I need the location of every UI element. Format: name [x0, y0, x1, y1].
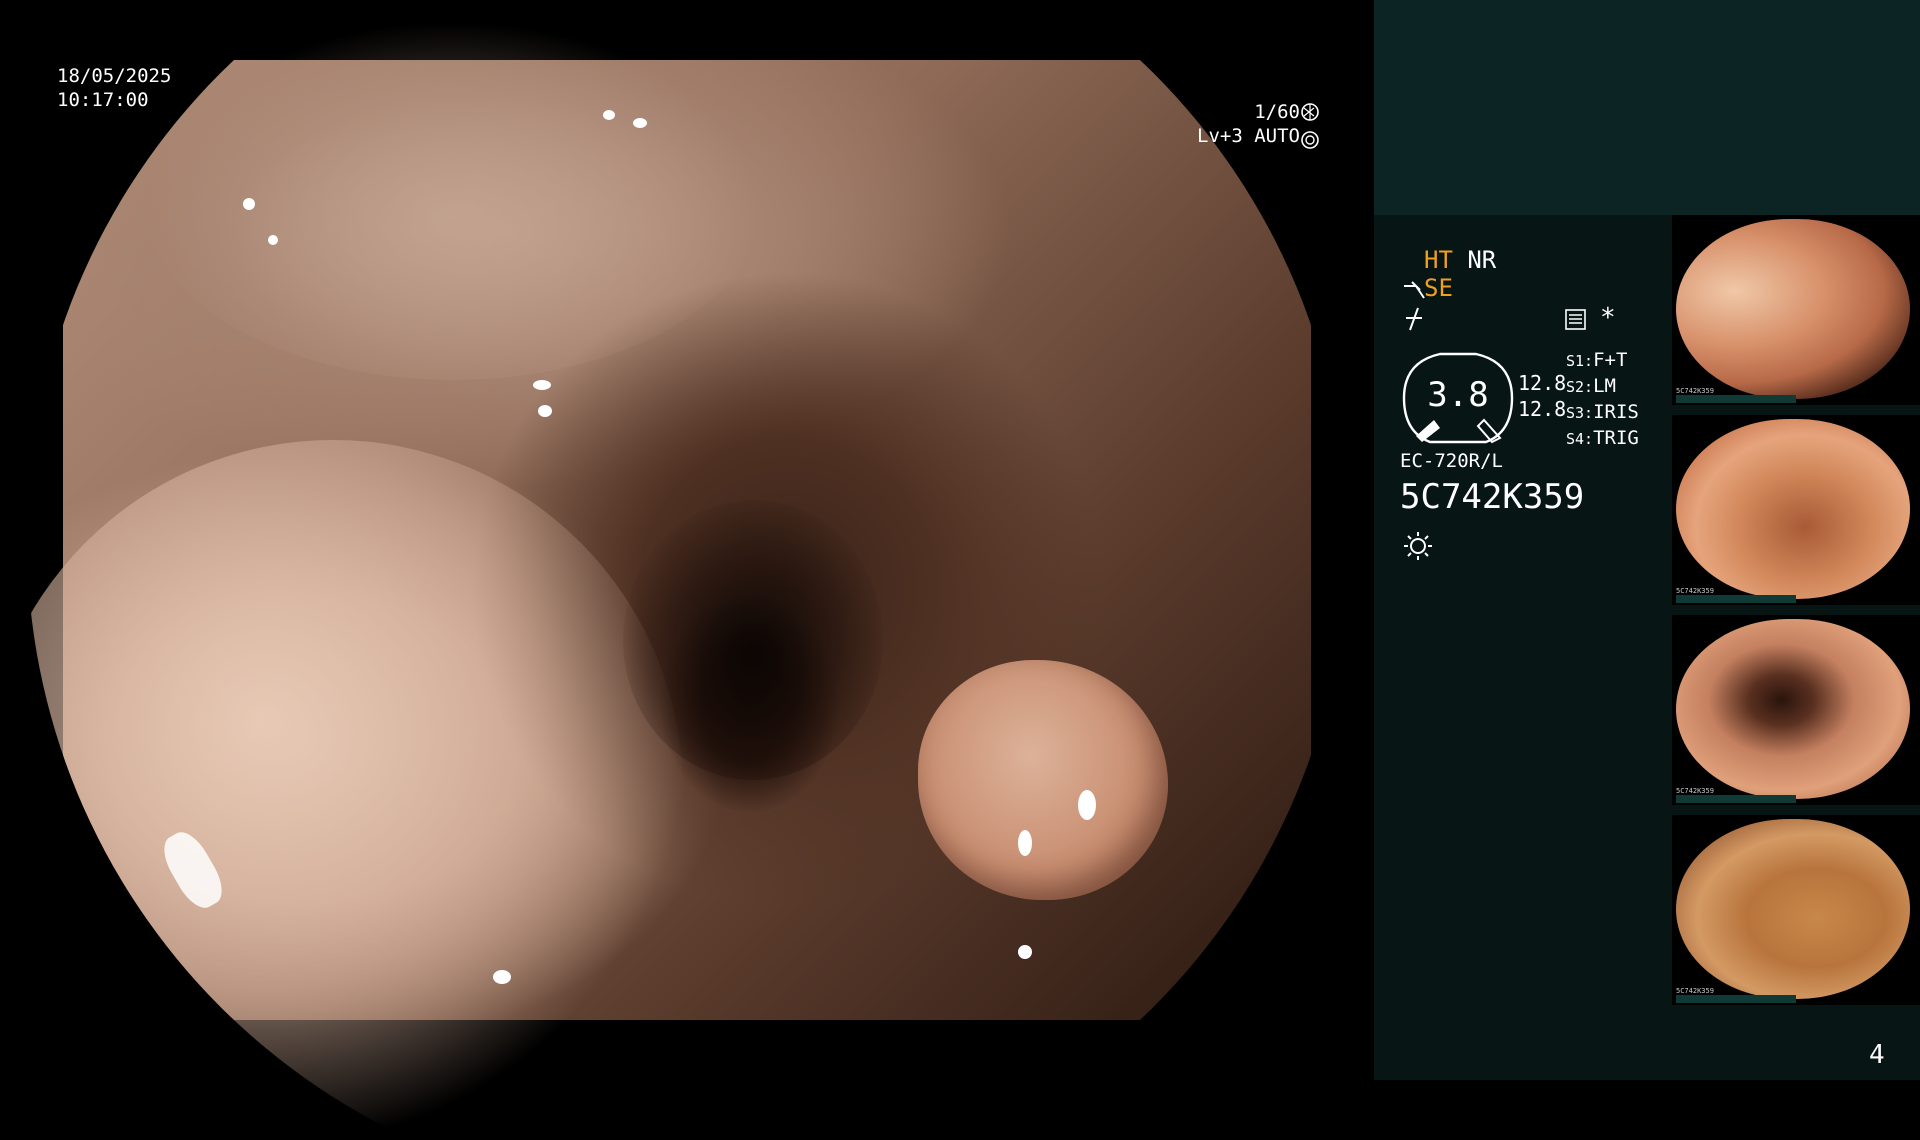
switch-1-value: F+T [1593, 349, 1628, 371]
glare-spot [603, 110, 615, 120]
time-text: 10:17:00 [57, 89, 149, 111]
exposure-icons [1301, 103, 1319, 149]
thumbnail-bar [1676, 595, 1796, 603]
gauge-value: 3.8 [1427, 375, 1489, 415]
glare-spot [1018, 945, 1032, 959]
mode-ht-nr: HT NR [1424, 245, 1496, 275]
thumbnail-image [1676, 819, 1910, 999]
endoscope-view: 18/05/2025 10:17:00 1/60 Lv+3 AUTO [0, 0, 1374, 1140]
status-sidebar: HT NR SE * 3.8 12.8 12.8 S1:F+T S2:LM S3… [1374, 0, 1920, 1080]
lumen-shadow [623, 500, 883, 780]
nr-mode-label: NR [1467, 246, 1497, 274]
glare-spot [243, 198, 255, 210]
switch-3-value: IRIS [1593, 401, 1639, 423]
thumbnail-image [1676, 419, 1910, 599]
thumbnail-serial: 5C742K359 [1676, 587, 1714, 595]
glare-spot [1078, 790, 1096, 820]
switch-4-value: TRIG [1593, 427, 1639, 449]
date-text: 18/05/2025 [57, 65, 172, 87]
sidebar-header-area [1374, 0, 1920, 215]
mucosa-fold [143, 20, 763, 380]
auto-iris-icon [1301, 131, 1319, 149]
glare-spot [533, 380, 551, 390]
mucosa-fold [27, 440, 683, 1140]
gauge-side-bottom: 12.8 [1518, 397, 1567, 421]
thumbnail-bar [1676, 995, 1796, 1003]
glare-spot [538, 405, 552, 417]
endoscopic-image [27, 20, 1311, 1140]
switch-4-key: S4: [1566, 430, 1594, 448]
switch-1-key: S1: [1566, 352, 1594, 370]
thumbnail-3[interactable]: 5C742K359 [1672, 615, 1920, 805]
level-text: Lv+3 AUTO [1197, 125, 1300, 147]
aperture-icon [1301, 103, 1319, 121]
scope-model: EC-720R/L [1400, 450, 1503, 472]
thumbnail-1[interactable]: 5C742K359 [1672, 215, 1920, 405]
page-number: 4 [1869, 1040, 1885, 1070]
filter-icon [1406, 307, 1422, 331]
structure-enhance-icon [1404, 281, 1425, 299]
settings-list-icon [1565, 309, 1586, 330]
thumbnail-serial: 5C742K359 [1676, 987, 1714, 995]
thumbnail-bar [1676, 795, 1796, 803]
thumbnail-bar [1676, 395, 1796, 403]
ht-mode-label: HT [1424, 246, 1453, 274]
date-time-readout: 18/05/2025 10:17:00 [57, 64, 171, 112]
shutter-text: 1/60 [1254, 101, 1300, 123]
glare-spot [268, 235, 278, 245]
gauge-side-values: 12.8 12.8 [1518, 370, 1566, 422]
switch-2-key: S2: [1566, 378, 1594, 396]
se-mode-label: SE [1424, 274, 1453, 302]
polyp [918, 660, 1168, 900]
thumbnail-4[interactable]: 5C742K359 [1672, 815, 1920, 1005]
glare-spot [1018, 830, 1032, 856]
switch-3-key: S3: [1566, 404, 1594, 422]
thumbnail-image [1676, 219, 1910, 399]
switch-2-value: LM [1593, 375, 1616, 397]
gauge-side-top: 12.8 [1518, 371, 1567, 395]
glare-spot [493, 970, 511, 984]
thumbnail-serial: 5C742K359 [1676, 787, 1714, 795]
exposure-readout: 1/60 Lv+3 AUTO [1195, 100, 1300, 148]
light-source-icon [1404, 532, 1432, 560]
switch-assignments: S1:F+T S2:LM S3:IRIS S4:TRIG [1566, 348, 1639, 452]
asterisk-indicator: * [1600, 303, 1616, 333]
glare-spot [633, 118, 647, 128]
thumbnail-image [1676, 619, 1910, 799]
scope-serial: 5C742K359 [1400, 477, 1585, 517]
thumbnail-2[interactable]: 5C742K359 [1672, 415, 1920, 605]
thumbnail-serial: 5C742K359 [1676, 387, 1714, 395]
